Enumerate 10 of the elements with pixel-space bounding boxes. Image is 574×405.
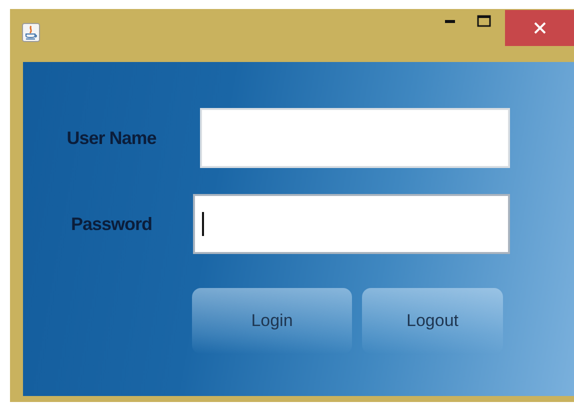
input-field[interactable] bbox=[200, 108, 510, 168]
close-icon bbox=[534, 22, 546, 34]
cup-icon bbox=[22, 23, 40, 42]
action-button[interactable]: Logout bbox=[362, 288, 503, 354]
input-field[interactable] bbox=[193, 194, 510, 254]
field-label: User Name bbox=[66, 128, 156, 148]
field-label: Password bbox=[70, 214, 152, 234]
maximize-icon bbox=[477, 15, 491, 27]
minimize-icon bbox=[445, 19, 455, 23]
action-button[interactable]: Login bbox=[192, 288, 352, 354]
